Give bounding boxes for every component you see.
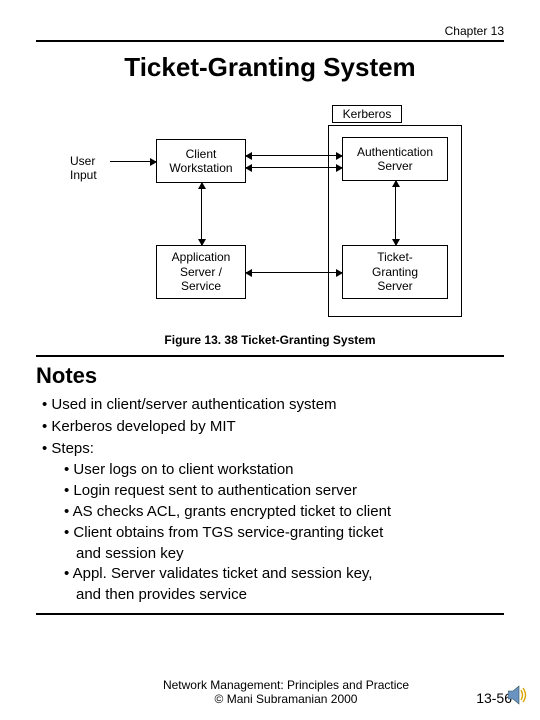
conn-app-tgs [246,272,342,273]
divider-bottom [36,613,504,615]
tgs-box: Ticket-GrantingServer [342,245,448,299]
conn-as-tgs [395,181,396,245]
chapter-label: Chapter 13 [36,24,504,42]
conn-client-app [201,183,202,245]
app-server-box: ApplicationServer /Service [156,245,246,299]
sub-bullet: Login request sent to authentication ser… [64,481,504,501]
conn-client-as [246,155,342,156]
client-workstation-box: ClientWorkstation [156,139,246,183]
notes-bullets: Used in client/server authentication sys… [42,395,504,605]
sub-bullet-cont: and session key [76,544,504,564]
sub-bullet: Appl. Server validates ticket and sessio… [64,564,504,584]
bullet: Used in client/server authentication sys… [42,395,504,415]
sub-bullet: User logs on to client workstation [64,460,504,480]
slide-page: Chapter 13 Ticket-Granting System UserIn… [0,0,540,720]
figure-caption: Figure 13. 38 Ticket-Granting System [36,333,504,347]
sub-bullet-cont: and then provides service [76,585,504,605]
footer-line2: © Mani Subramanian 2000 [120,692,452,706]
page-title: Ticket-Granting System [36,52,504,83]
footer: Network Management: Principles and Pract… [0,678,540,706]
user-input-label: UserInput [70,155,97,183]
notes-heading: Notes [36,363,504,389]
conn-client-as-2 [246,167,342,168]
sub-bullet: AS checks ACL, grants encrypted ticket t… [64,502,504,522]
conn-user-client [110,161,156,162]
divider-top [36,355,504,357]
auth-server-box: AuthenticationServer [342,137,448,181]
speaker-icon [508,685,530,710]
page-number: 13-56 [452,690,512,706]
bullet: Kerberos developed by MIT [42,417,504,437]
kerberos-label-box: Kerberos [332,105,402,123]
footer-credits: Network Management: Principles and Pract… [120,678,452,706]
footer-line1: Network Management: Principles and Pract… [120,678,452,692]
bullet: Steps: [42,439,504,459]
sub-bullet: Client obtains from TGS service-granting… [64,523,504,543]
diagram-canvas: UserInput ClientWorkstation Kerberos Aut… [70,97,470,327]
diagram: UserInput ClientWorkstation Kerberos Aut… [36,97,504,327]
